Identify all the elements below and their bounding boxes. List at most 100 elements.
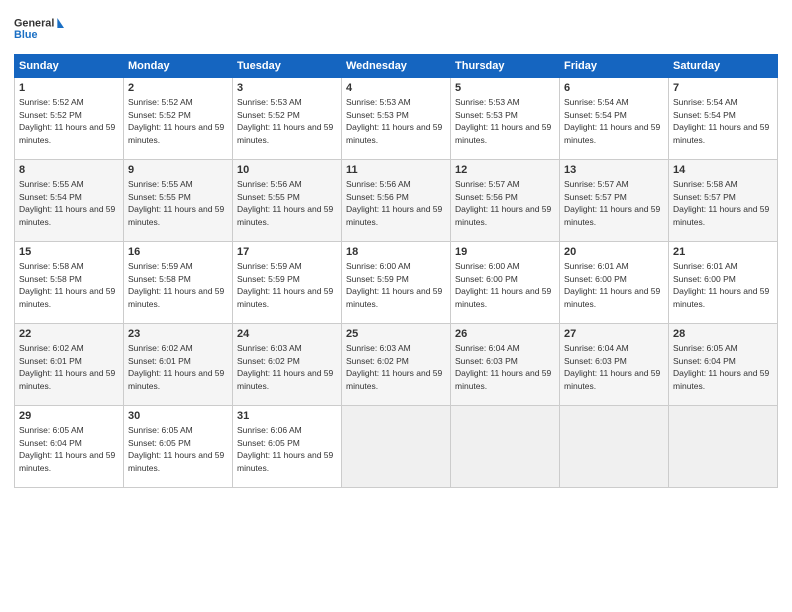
calendar-day-cell: 10 Sunrise: 5:56 AMSunset: 5:55 PMDaylig… (233, 160, 342, 242)
day-number: 6 (564, 81, 664, 96)
day-info: Sunrise: 6:02 AMSunset: 6:01 PMDaylight:… (128, 343, 224, 391)
day-info: Sunrise: 5:59 AMSunset: 5:58 PMDaylight:… (128, 261, 224, 309)
logo: General Blue (14, 10, 64, 46)
calendar-day-cell: 5 Sunrise: 5:53 AMSunset: 5:53 PMDayligh… (451, 78, 560, 160)
calendar-day-cell (560, 406, 669, 488)
day-number: 22 (19, 327, 119, 342)
day-number: 24 (237, 327, 337, 342)
day-info: Sunrise: 5:53 AMSunset: 5:52 PMDaylight:… (237, 97, 333, 145)
calendar-day-cell: 4 Sunrise: 5:53 AMSunset: 5:53 PMDayligh… (342, 78, 451, 160)
calendar-week-row: 15 Sunrise: 5:58 AMSunset: 5:58 PMDaylig… (15, 242, 778, 324)
day-number: 8 (19, 163, 119, 178)
day-number: 17 (237, 245, 337, 260)
calendar-day-cell: 25 Sunrise: 6:03 AMSunset: 6:02 PMDaylig… (342, 324, 451, 406)
day-info: Sunrise: 6:01 AMSunset: 6:00 PMDaylight:… (564, 261, 660, 309)
weekday-header: Thursday (451, 55, 560, 78)
day-info: Sunrise: 6:04 AMSunset: 6:03 PMDaylight:… (455, 343, 551, 391)
calendar-day-cell: 13 Sunrise: 5:57 AMSunset: 5:57 PMDaylig… (560, 160, 669, 242)
calendar-day-cell: 28 Sunrise: 6:05 AMSunset: 6:04 PMDaylig… (669, 324, 778, 406)
day-number: 28 (673, 327, 773, 342)
calendar-day-cell: 16 Sunrise: 5:59 AMSunset: 5:58 PMDaylig… (124, 242, 233, 324)
weekday-header: Saturday (669, 55, 778, 78)
day-info: Sunrise: 6:01 AMSunset: 6:00 PMDaylight:… (673, 261, 769, 309)
day-info: Sunrise: 5:58 AMSunset: 5:58 PMDaylight:… (19, 261, 115, 309)
calendar-day-cell: 31 Sunrise: 6:06 AMSunset: 6:05 PMDaylig… (233, 406, 342, 488)
day-number: 27 (564, 327, 664, 342)
day-number: 23 (128, 327, 228, 342)
day-number: 14 (673, 163, 773, 178)
day-number: 4 (346, 81, 446, 96)
weekday-header: Sunday (15, 55, 124, 78)
day-number: 30 (128, 409, 228, 424)
weekday-header: Monday (124, 55, 233, 78)
day-info: Sunrise: 5:57 AMSunset: 5:57 PMDaylight:… (564, 179, 660, 227)
calendar-day-cell: 23 Sunrise: 6:02 AMSunset: 6:01 PMDaylig… (124, 324, 233, 406)
day-info: Sunrise: 6:00 AMSunset: 5:59 PMDaylight:… (346, 261, 442, 309)
calendar-week-row: 1 Sunrise: 5:52 AMSunset: 5:52 PMDayligh… (15, 78, 778, 160)
calendar-day-cell: 7 Sunrise: 5:54 AMSunset: 5:54 PMDayligh… (669, 78, 778, 160)
day-info: Sunrise: 6:02 AMSunset: 6:01 PMDaylight:… (19, 343, 115, 391)
day-number: 13 (564, 163, 664, 178)
calendar-table: SundayMondayTuesdayWednesdayThursdayFrid… (14, 54, 778, 488)
calendar-day-cell: 1 Sunrise: 5:52 AMSunset: 5:52 PMDayligh… (15, 78, 124, 160)
day-info: Sunrise: 5:53 AMSunset: 5:53 PMDaylight:… (346, 97, 442, 145)
page: General Blue SundayMondayTuesdayWednesda… (0, 0, 792, 612)
day-info: Sunrise: 6:04 AMSunset: 6:03 PMDaylight:… (564, 343, 660, 391)
calendar-day-cell: 2 Sunrise: 5:52 AMSunset: 5:52 PMDayligh… (124, 78, 233, 160)
calendar-header: SundayMondayTuesdayWednesdayThursdayFrid… (15, 55, 778, 78)
calendar-day-cell (342, 406, 451, 488)
calendar-day-cell: 24 Sunrise: 6:03 AMSunset: 6:02 PMDaylig… (233, 324, 342, 406)
calendar-week-row: 22 Sunrise: 6:02 AMSunset: 6:01 PMDaylig… (15, 324, 778, 406)
day-number: 5 (455, 81, 555, 96)
calendar-day-cell: 3 Sunrise: 5:53 AMSunset: 5:52 PMDayligh… (233, 78, 342, 160)
calendar-day-cell: 30 Sunrise: 6:05 AMSunset: 6:05 PMDaylig… (124, 406, 233, 488)
calendar-week-row: 8 Sunrise: 5:55 AMSunset: 5:54 PMDayligh… (15, 160, 778, 242)
calendar-day-cell: 12 Sunrise: 5:57 AMSunset: 5:56 PMDaylig… (451, 160, 560, 242)
calendar-day-cell: 27 Sunrise: 6:04 AMSunset: 6:03 PMDaylig… (560, 324, 669, 406)
day-number: 21 (673, 245, 773, 260)
calendar-week-row: 29 Sunrise: 6:05 AMSunset: 6:04 PMDaylig… (15, 406, 778, 488)
svg-text:General: General (14, 17, 54, 29)
day-info: Sunrise: 5:52 AMSunset: 5:52 PMDaylight:… (19, 97, 115, 145)
day-info: Sunrise: 6:03 AMSunset: 6:02 PMDaylight:… (346, 343, 442, 391)
day-info: Sunrise: 6:05 AMSunset: 6:04 PMDaylight:… (673, 343, 769, 391)
calendar-day-cell: 17 Sunrise: 5:59 AMSunset: 5:59 PMDaylig… (233, 242, 342, 324)
calendar-day-cell: 21 Sunrise: 6:01 AMSunset: 6:00 PMDaylig… (669, 242, 778, 324)
day-info: Sunrise: 5:56 AMSunset: 5:56 PMDaylight:… (346, 179, 442, 227)
day-number: 18 (346, 245, 446, 260)
calendar-body: 1 Sunrise: 5:52 AMSunset: 5:52 PMDayligh… (15, 78, 778, 488)
day-number: 31 (237, 409, 337, 424)
calendar-day-cell: 15 Sunrise: 5:58 AMSunset: 5:58 PMDaylig… (15, 242, 124, 324)
day-info: Sunrise: 5:57 AMSunset: 5:56 PMDaylight:… (455, 179, 551, 227)
calendar-day-cell: 18 Sunrise: 6:00 AMSunset: 5:59 PMDaylig… (342, 242, 451, 324)
day-info: Sunrise: 5:55 AMSunset: 5:55 PMDaylight:… (128, 179, 224, 227)
day-number: 12 (455, 163, 555, 178)
calendar-day-cell (669, 406, 778, 488)
day-number: 1 (19, 81, 119, 96)
day-number: 11 (346, 163, 446, 178)
weekday-header: Friday (560, 55, 669, 78)
calendar-day-cell: 19 Sunrise: 6:00 AMSunset: 6:00 PMDaylig… (451, 242, 560, 324)
day-info: Sunrise: 5:59 AMSunset: 5:59 PMDaylight:… (237, 261, 333, 309)
day-info: Sunrise: 6:06 AMSunset: 6:05 PMDaylight:… (237, 425, 333, 473)
calendar-day-cell: 29 Sunrise: 6:05 AMSunset: 6:04 PMDaylig… (15, 406, 124, 488)
day-info: Sunrise: 5:54 AMSunset: 5:54 PMDaylight:… (564, 97, 660, 145)
calendar-day-cell: 8 Sunrise: 5:55 AMSunset: 5:54 PMDayligh… (15, 160, 124, 242)
day-number: 20 (564, 245, 664, 260)
calendar-day-cell: 26 Sunrise: 6:04 AMSunset: 6:03 PMDaylig… (451, 324, 560, 406)
day-number: 9 (128, 163, 228, 178)
day-number: 26 (455, 327, 555, 342)
weekday-header: Wednesday (342, 55, 451, 78)
day-number: 7 (673, 81, 773, 96)
calendar-day-cell: 20 Sunrise: 6:01 AMSunset: 6:00 PMDaylig… (560, 242, 669, 324)
day-info: Sunrise: 5:58 AMSunset: 5:57 PMDaylight:… (673, 179, 769, 227)
day-number: 2 (128, 81, 228, 96)
weekday-row: SundayMondayTuesdayWednesdayThursdayFrid… (15, 55, 778, 78)
calendar-day-cell: 9 Sunrise: 5:55 AMSunset: 5:55 PMDayligh… (124, 160, 233, 242)
calendar-day-cell: 14 Sunrise: 5:58 AMSunset: 5:57 PMDaylig… (669, 160, 778, 242)
calendar-day-cell: 11 Sunrise: 5:56 AMSunset: 5:56 PMDaylig… (342, 160, 451, 242)
calendar-day-cell: 6 Sunrise: 5:54 AMSunset: 5:54 PMDayligh… (560, 78, 669, 160)
day-info: Sunrise: 5:56 AMSunset: 5:55 PMDaylight:… (237, 179, 333, 227)
day-info: Sunrise: 6:05 AMSunset: 6:05 PMDaylight:… (128, 425, 224, 473)
day-number: 19 (455, 245, 555, 260)
